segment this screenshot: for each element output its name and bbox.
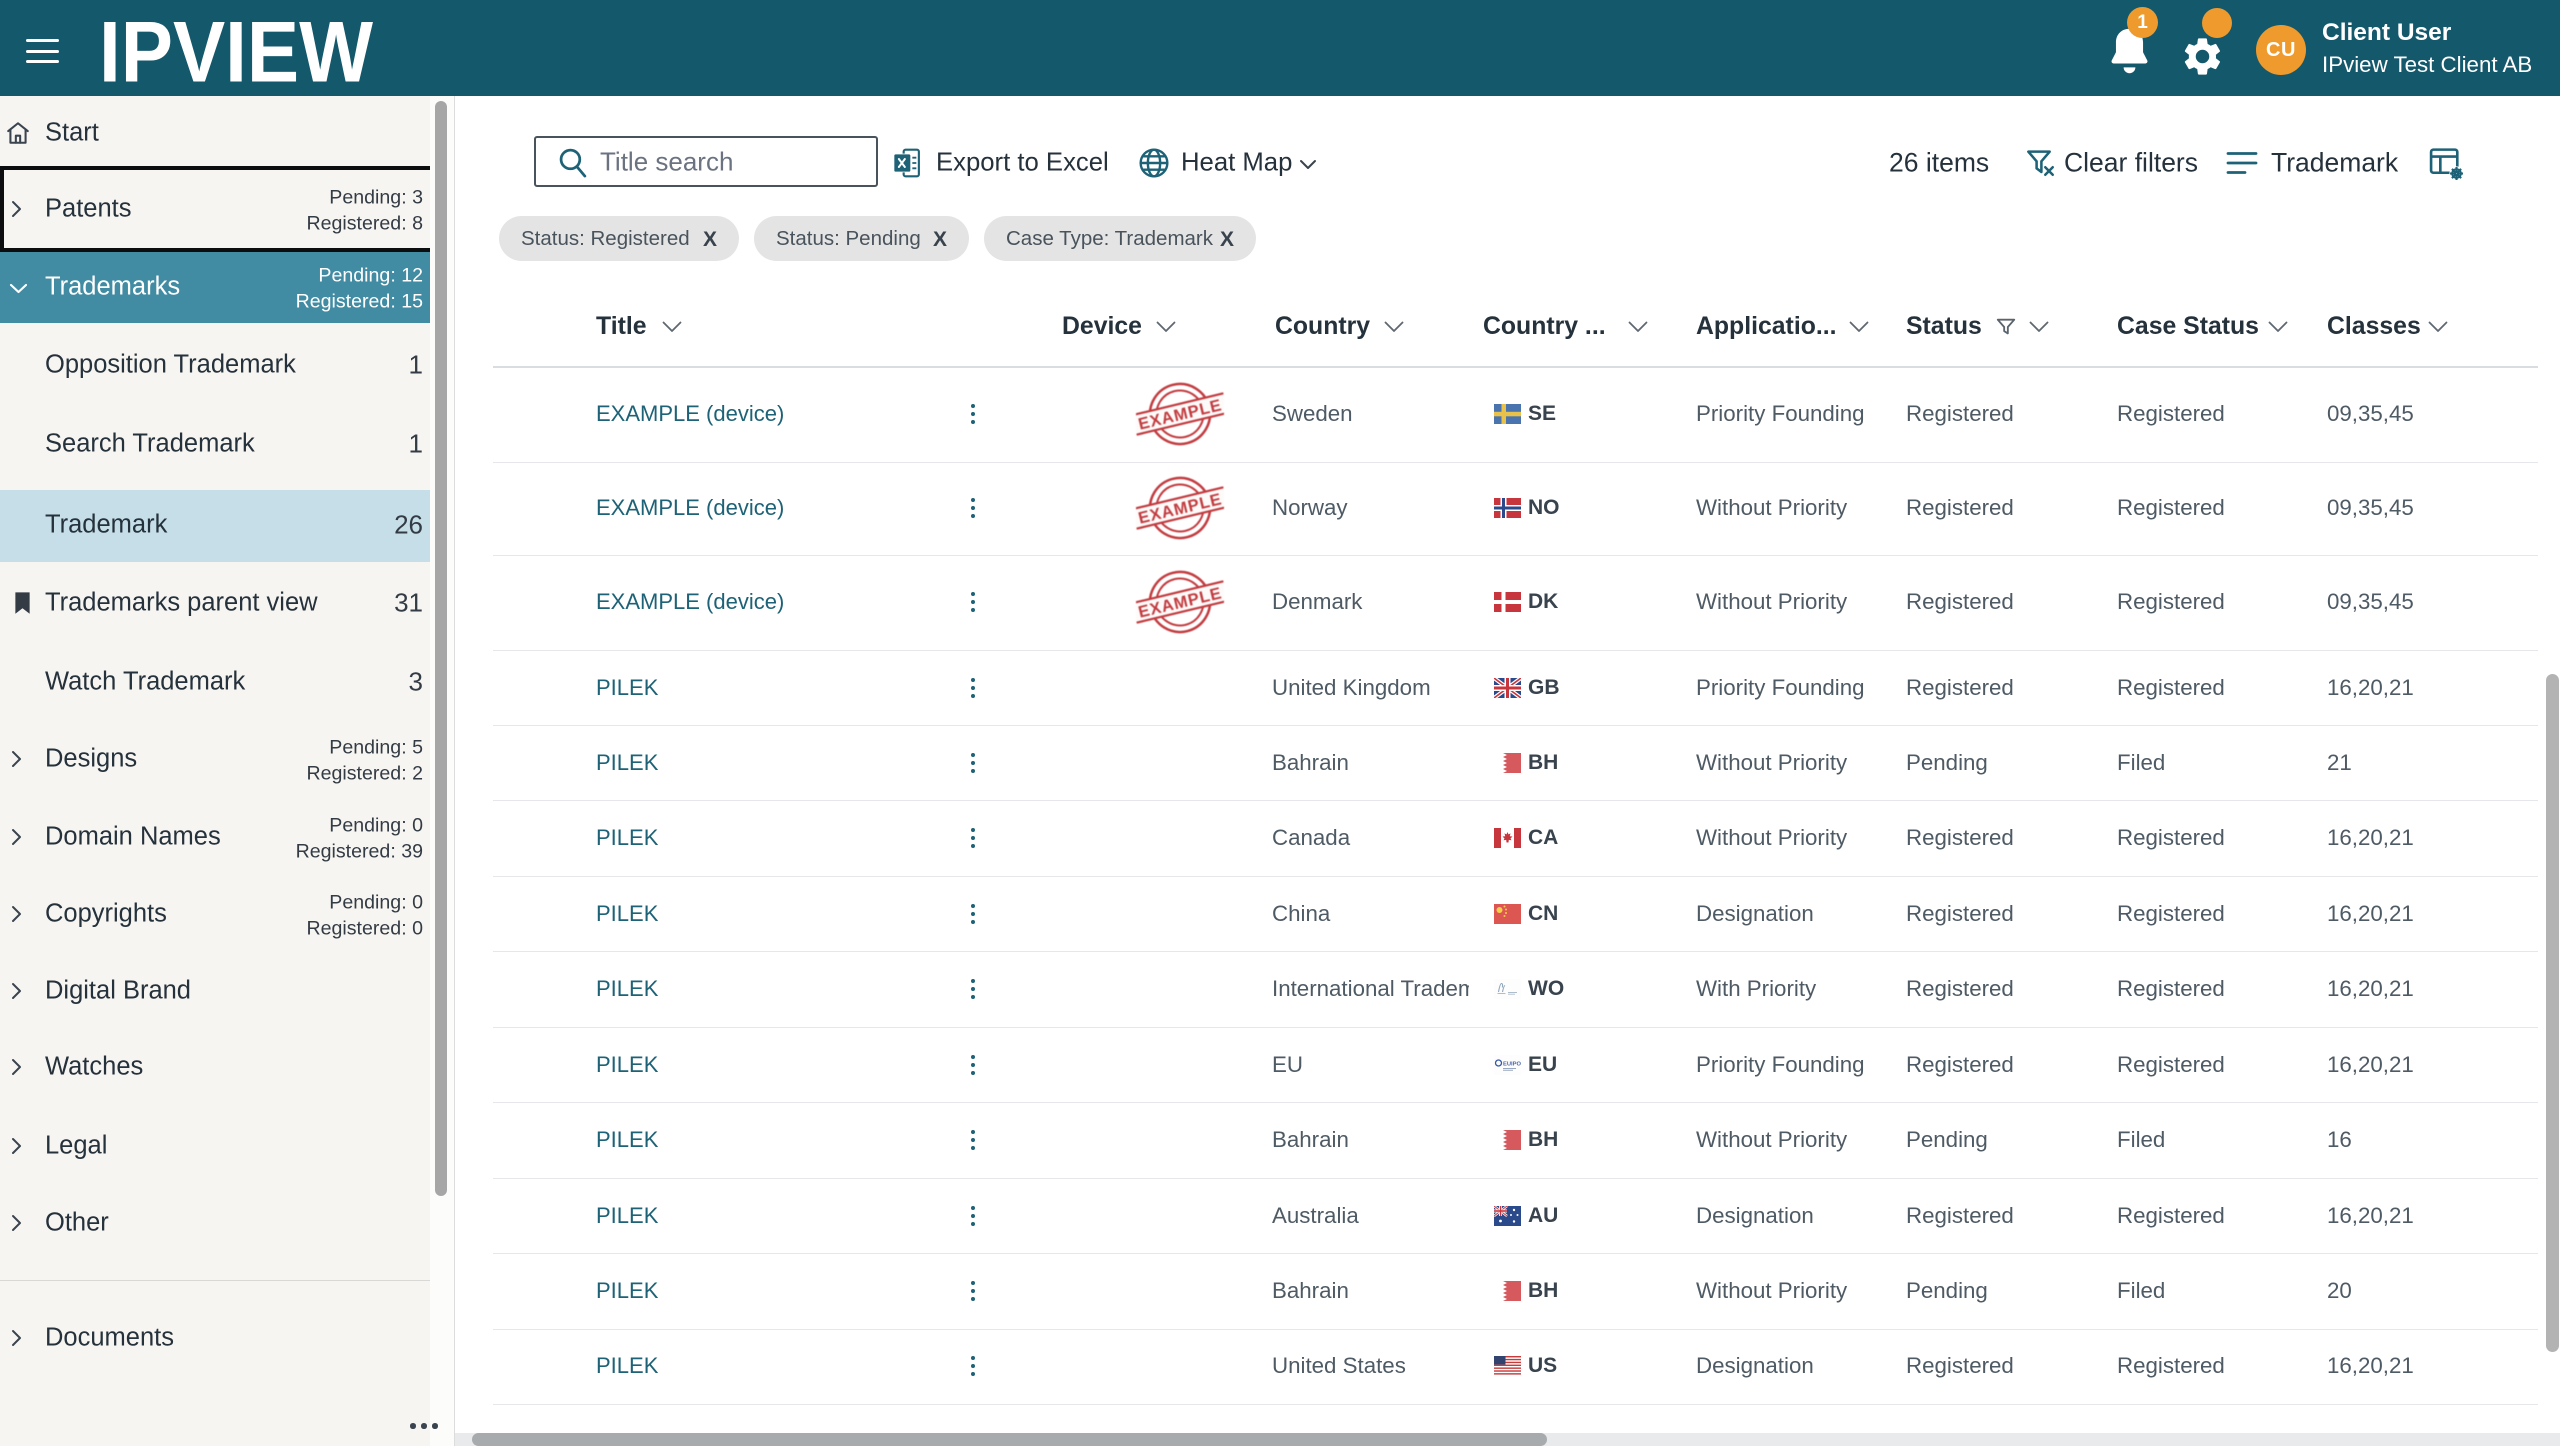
svg-text:EXAMPLE: EXAMPLE: [1137, 396, 1224, 433]
svg-text:EUIPO: EUIPO: [1503, 1062, 1521, 1068]
svg-text:EXAMPLE: EXAMPLE: [1137, 584, 1224, 621]
svg-text:EXAMPLE: EXAMPLE: [1137, 490, 1224, 527]
